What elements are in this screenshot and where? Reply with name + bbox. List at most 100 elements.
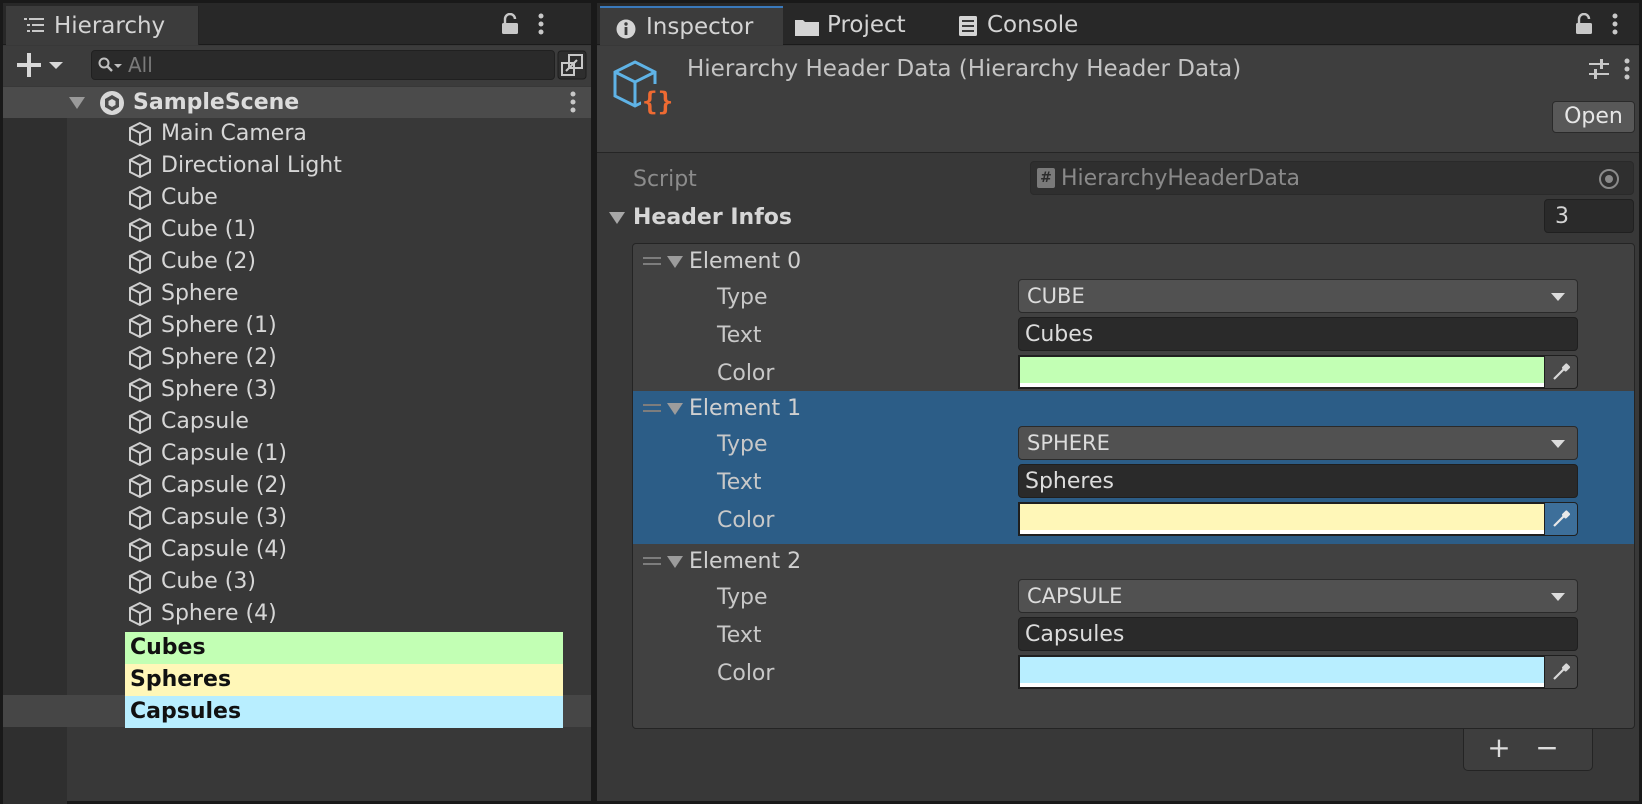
inspector-tab-bar: Inspector Project Console — [597, 3, 1639, 45]
scriptable-object-icon: {} — [613, 60, 673, 116]
hierarchy-item[interactable]: Capsule — [67, 406, 591, 438]
header-infos-foldout-icon[interactable] — [609, 212, 625, 224]
hierarchy-item[interactable]: Cube (2) — [67, 246, 591, 278]
unity-scene-icon — [100, 91, 124, 115]
color-swatch[interactable] — [1018, 502, 1544, 536]
add-dropdown-icon[interactable] — [17, 53, 65, 77]
eyedropper-button[interactable] — [1544, 355, 1578, 389]
type-label: Type — [717, 432, 768, 457]
dropdown-caret-icon — [1551, 593, 1565, 601]
scene-row[interactable]: SampleScene — [3, 87, 591, 118]
search-input[interactable] — [128, 52, 508, 78]
type-value: CAPSULE — [1027, 584, 1123, 608]
hierarchy-item-label: Capsule (1) — [161, 441, 288, 466]
header-row-spheres[interactable]: Spheres — [125, 664, 563, 696]
hierarchy-item[interactable]: Sphere (4) — [67, 598, 591, 630]
presets-icon[interactable] — [1589, 58, 1609, 80]
component-menu-icon[interactable] — [1623, 58, 1631, 80]
color-label: Color — [717, 661, 775, 686]
hierarchy-item[interactable]: Cube — [67, 182, 591, 214]
gameobject-cube-icon — [129, 409, 151, 435]
hierarchy-item[interactable]: Capsule (2) — [67, 470, 591, 502]
more-options-icon[interactable] — [1611, 13, 1619, 35]
gameobject-cube-icon — [129, 185, 151, 211]
type-value: SPHERE — [1027, 431, 1110, 455]
color-swatch[interactable] — [1018, 355, 1544, 389]
search-box[interactable] — [91, 50, 555, 80]
hierarchy-item[interactable]: Main Camera — [67, 118, 591, 150]
gameobject-cube-icon — [129, 249, 151, 275]
text-label: Text — [717, 323, 762, 348]
header-infos-list: Element 0 Type CUBE Text Color Element 1… — [632, 243, 1635, 729]
header-label: Cubes — [130, 635, 206, 660]
text-field[interactable] — [1018, 317, 1578, 351]
remove-element-button[interactable]: − — [1530, 733, 1564, 765]
add-element-button[interactable]: + — [1482, 733, 1516, 765]
element-foldout-icon[interactable] — [667, 556, 683, 568]
header-infos-count-field[interactable] — [1544, 199, 1634, 233]
eyedropper-button[interactable] — [1544, 655, 1578, 689]
header-row-cubes[interactable]: Cubes — [125, 632, 563, 664]
element-title[interactable]: Element 1 — [689, 393, 801, 425]
expand-arrow-icon[interactable] — [69, 96, 85, 110]
hierarchy-item[interactable]: Directional Light — [67, 150, 591, 182]
gameobject-cube-icon — [129, 377, 151, 403]
script-field[interactable]: # HierarchyHeaderData — [1030, 161, 1634, 195]
tab-inspector[interactable]: Inspector — [600, 6, 783, 45]
drag-handle-icon[interactable] — [643, 557, 661, 565]
tab-project[interactable]: Project — [783, 6, 943, 45]
list-element-2: Element 2 Type CAPSULE Text Color — [633, 544, 1634, 697]
header-row-capsules[interactable]: Capsules — [125, 696, 563, 728]
header-label: Capsules — [130, 699, 242, 724]
hierarchy-item[interactable]: Sphere (2) — [67, 342, 591, 374]
color-swatch[interactable] — [1018, 655, 1544, 689]
hierarchy-toolbar — [3, 46, 591, 86]
tab-hierarchy[interactable]: Hierarchy — [6, 6, 199, 45]
hierarchy-item[interactable]: Capsule (1) — [67, 438, 591, 470]
open-button[interactable]: Open — [1552, 101, 1635, 133]
eyedropper-button[interactable] — [1544, 502, 1578, 536]
hierarchy-item-label: Sphere (4) — [161, 601, 277, 626]
element-foldout-icon[interactable] — [667, 256, 683, 268]
element-foldout-icon[interactable] — [667, 403, 683, 415]
hierarchy-item-label: Sphere — [161, 281, 239, 306]
hierarchy-item[interactable]: Sphere — [67, 278, 591, 310]
gameobject-cube-icon — [129, 601, 151, 627]
tab-console[interactable]: Console — [943, 6, 1113, 45]
text-field[interactable] — [1018, 464, 1578, 498]
hierarchy-item[interactable]: Cube (1) — [67, 214, 591, 246]
drag-handle-icon[interactable] — [643, 257, 661, 265]
hierarchy-item[interactable]: Sphere (1) — [67, 310, 591, 342]
scene-menu-icon[interactable] — [569, 91, 577, 113]
dropdown-caret-icon — [1551, 440, 1565, 448]
text-field[interactable] — [1018, 617, 1578, 651]
more-options-icon[interactable] — [537, 13, 545, 35]
script-label: Script — [633, 167, 697, 192]
header-infos-label[interactable]: Header Infos — [633, 202, 792, 234]
scene-visibility-icon[interactable] — [557, 50, 587, 80]
tab-project-label: Project — [827, 12, 906, 38]
hierarchy-item[interactable]: Capsule (3) — [67, 502, 591, 534]
hierarchy-item[interactable]: Cube (3) — [67, 566, 591, 598]
type-dropdown[interactable]: CAPSULE — [1018, 579, 1578, 613]
hierarchy-item[interactable]: Capsule (4) — [67, 534, 591, 566]
drag-handle-icon[interactable] — [643, 404, 661, 412]
list-element-0: Element 0 Type CUBE Text Color — [633, 244, 1634, 397]
lock-icon[interactable] — [1575, 13, 1593, 35]
hierarchy-item[interactable]: Sphere (3) — [67, 374, 591, 406]
inspector-header: {} Hierarchy Header Data (Hierarchy Head… — [597, 46, 1639, 153]
hierarchy-item-label: Capsule (2) — [161, 473, 288, 498]
folder-icon — [795, 20, 819, 36]
element-title[interactable]: Element 0 — [689, 246, 801, 278]
object-title: Hierarchy Header Data (Hierarchy Header … — [687, 56, 1242, 82]
object-picker-icon[interactable] — [1599, 169, 1619, 189]
gameobject-cube-icon — [129, 281, 151, 307]
type-dropdown[interactable]: SPHERE — [1018, 426, 1578, 460]
script-hash-icon: # — [1037, 168, 1055, 188]
element-title[interactable]: Element 2 — [689, 546, 801, 578]
list-footer: + − — [1463, 729, 1593, 771]
gameobject-cube-icon — [129, 441, 151, 467]
hierarchy-tab-label: Hierarchy — [54, 13, 166, 39]
lock-icon[interactable] — [501, 13, 519, 35]
type-dropdown[interactable]: CUBE — [1018, 279, 1578, 313]
